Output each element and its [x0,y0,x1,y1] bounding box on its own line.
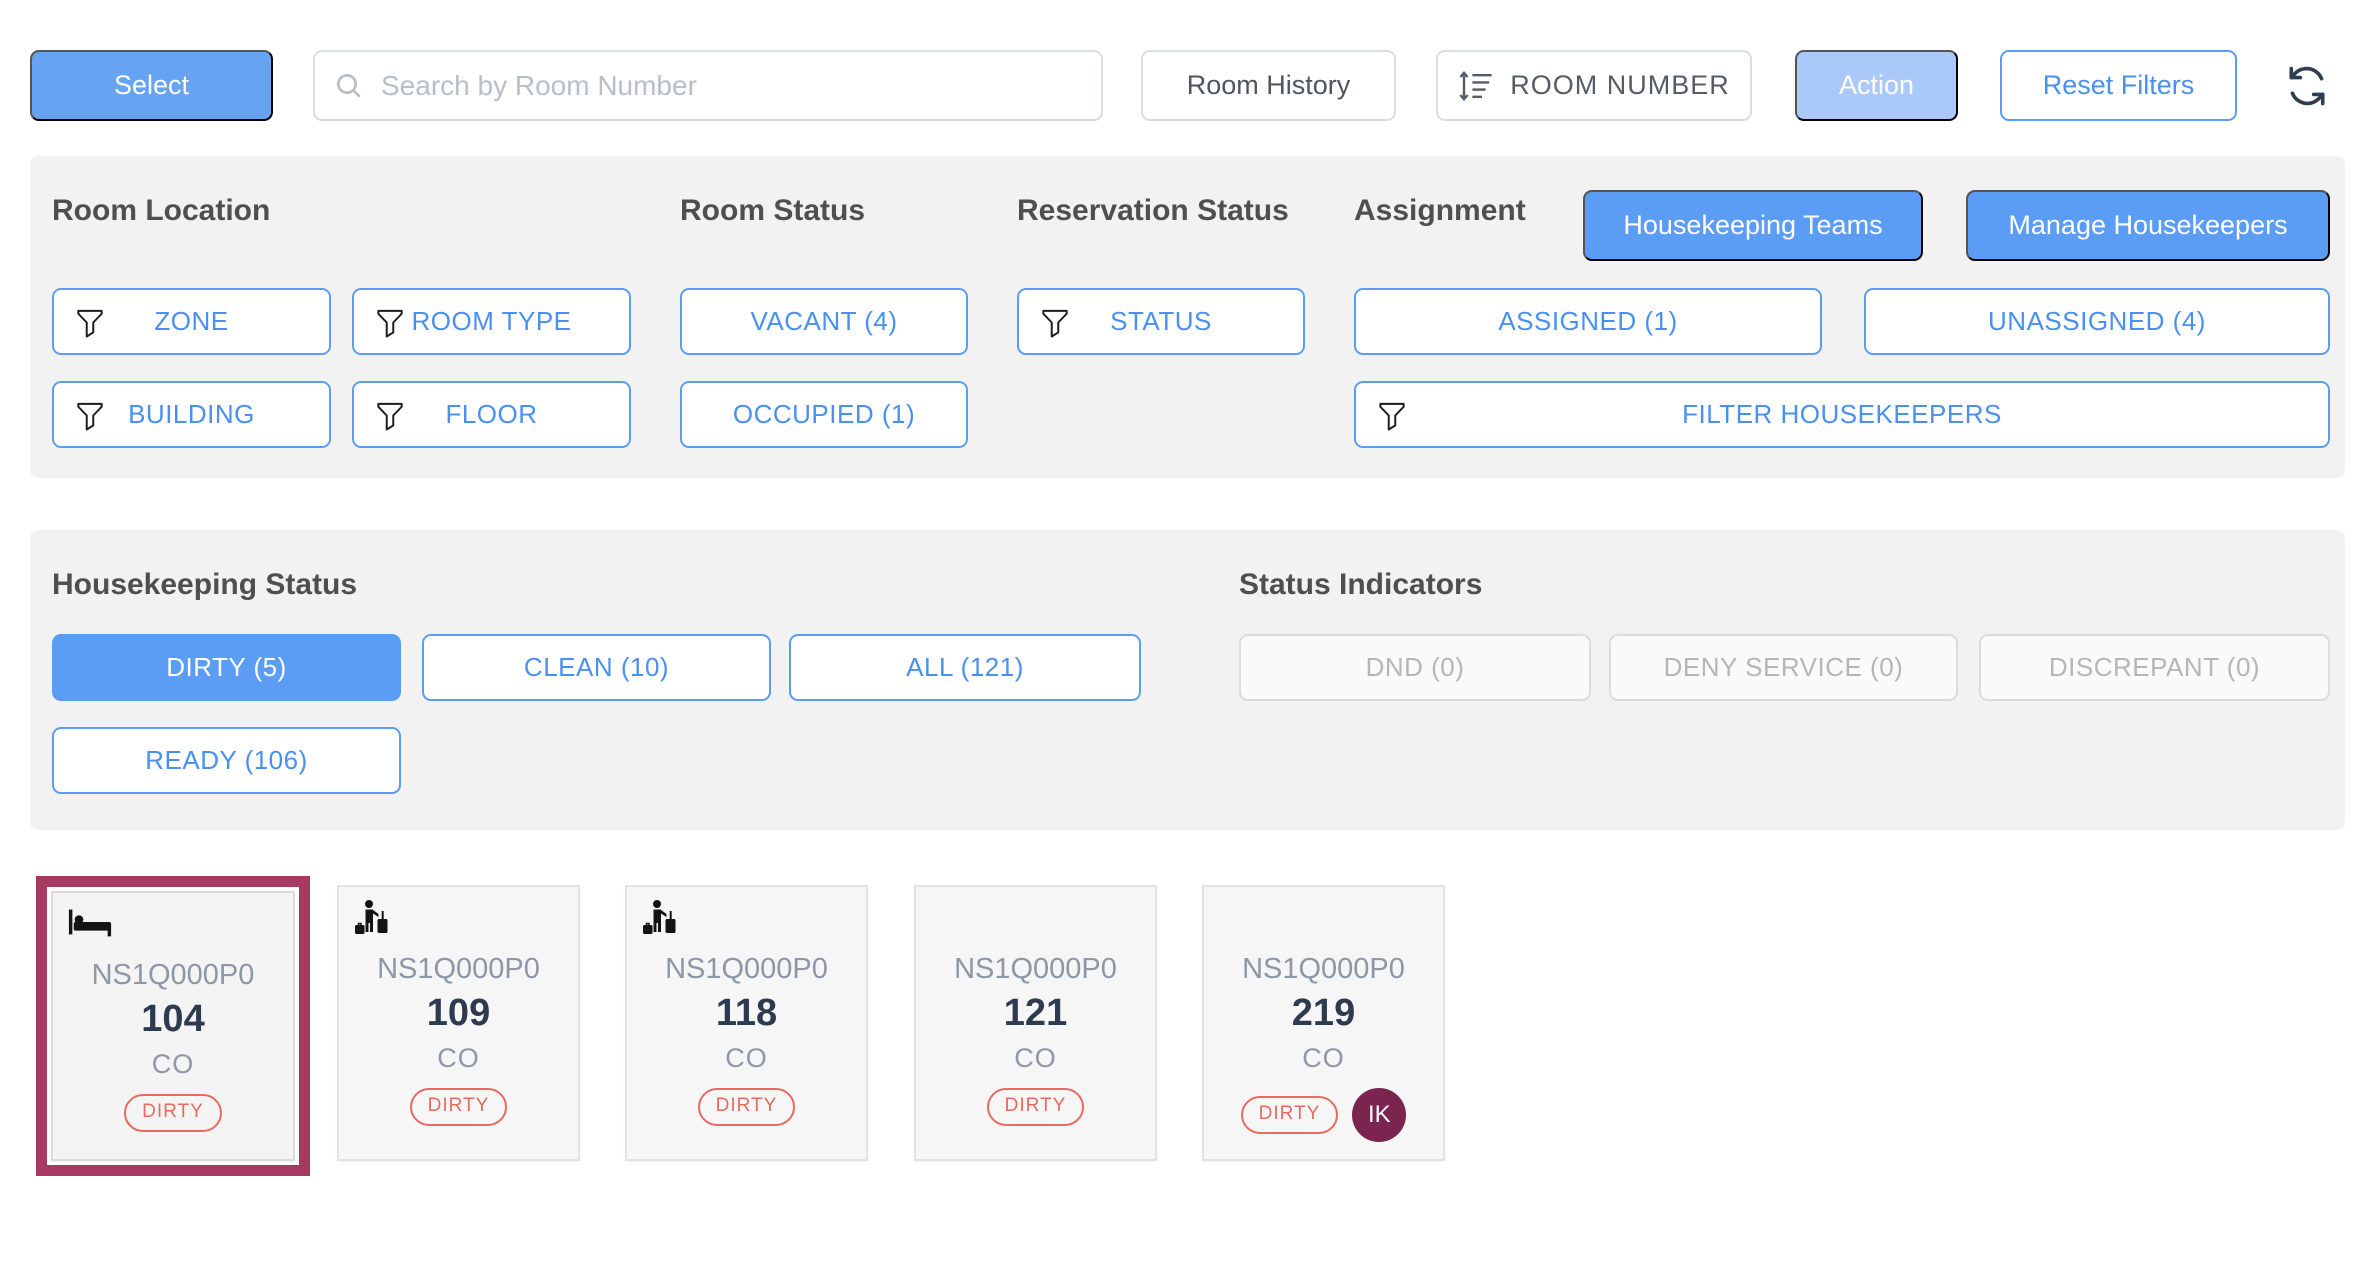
room-number: 121 [916,992,1155,1035]
room-card-219[interactable]: NS1Q000P0 219 CO DIRTY IK [1202,885,1445,1161]
building-filter-label: BUILDING [128,399,255,430]
deny-service-indicator-label: DENY SERVICE (0) [1664,652,1904,683]
dirty-filter-button[interactable]: DIRTY (5) [52,634,401,701]
room-card-109[interactable]: NS1Q000P0 109 CO DIRTY [337,885,580,1161]
building-filter-button[interactable]: BUILDING [52,381,331,448]
deny-service-indicator-button[interactable]: DENY SERVICE (0) [1609,634,1958,701]
filters-panel: Room Location Room Status Reservation St… [30,156,2345,478]
occupied-filter-button[interactable]: OCCUPIED (1) [680,381,968,448]
all-filter-label: ALL (121) [906,652,1024,683]
room-type-filter-label: ROOM TYPE [411,306,571,337]
refresh-icon[interactable] [2284,63,2330,109]
filter-icon [376,307,404,338]
room-type-filter-button[interactable]: ROOM TYPE [352,288,631,355]
search-input[interactable] [313,50,1103,121]
reservation-status-code: CO [339,1043,578,1074]
all-filter-button[interactable]: ALL (121) [789,634,1141,701]
section-title-housekeeping-status: Housekeeping Status [52,568,357,602]
room-type-code: NS1Q000P0 [916,887,1155,986]
reservation-status-code: CO [53,1049,293,1080]
reservation-status-code: CO [627,1043,866,1074]
occupied-filter-label: OCCUPIED (1) [733,399,915,430]
room-card-118[interactable]: NS1Q000P0 118 CO DIRTY [625,885,868,1161]
dnd-indicator-label: DND (0) [1366,652,1465,683]
room-card-grid: NS1Q000P0 104 CO DIRTY [36,876,2336,1196]
housekeeping-status-panel: Housekeeping Status Status Indicators DI… [30,530,2345,830]
zone-filter-button[interactable]: ZONE [52,288,331,355]
action-button[interactable]: Action [1795,50,1958,121]
status-filter-button[interactable]: STATUS [1017,288,1305,355]
unassigned-filter-label: UNASSIGNED (4) [1988,306,2206,337]
sort-by-button[interactable]: ROOM NUMBER [1436,50,1752,121]
room-history-button[interactable]: Room History [1141,50,1396,121]
filter-icon [76,307,104,338]
toolbar: Select Room History ROOM NUMBER Action R… [30,50,2330,121]
floor-filter-button[interactable]: FLOOR [352,381,631,448]
filter-housekeepers-label: FILTER HOUSEKEEPERS [1682,399,2002,430]
section-title-room-location: Room Location [52,194,270,228]
dirty-status-badge: DIRTY [410,1088,508,1126]
housekeeping-teams-button[interactable]: Housekeeping Teams [1583,190,1923,261]
vacant-filter-label: VACANT (4) [750,306,897,337]
status-filter-label: STATUS [1110,306,1212,337]
manage-housekeepers-button[interactable]: Manage Housekeepers [1966,190,2330,261]
vacant-filter-button[interactable]: VACANT (4) [680,288,968,355]
housekeeper-initials-badge: IK [1352,1088,1406,1142]
select-button[interactable]: Select [30,50,273,121]
section-title-status-indicators: Status Indicators [1239,568,1482,602]
ready-filter-label: READY (106) [145,745,308,776]
filter-icon [1378,400,1406,431]
reset-filters-button[interactable]: Reset Filters [2000,50,2237,121]
discrepant-indicator-label: DISCREPANT (0) [2049,652,2260,683]
section-title-assignment: Assignment [1354,194,1526,228]
filter-icon [76,400,104,431]
section-title-room-status: Room Status [680,194,865,228]
dirty-status-badge: DIRTY [698,1088,796,1126]
room-card-104[interactable]: NS1Q000P0 104 CO DIRTY [36,876,310,1176]
reservation-status-code: CO [1204,1043,1443,1074]
sort-by-label: ROOM NUMBER [1510,70,1730,101]
dnd-indicator-button[interactable]: DND (0) [1239,634,1591,701]
search-box [313,50,1103,121]
dirty-status-badge: DIRTY [1241,1096,1339,1134]
reservation-status-code: CO [916,1043,1155,1074]
clean-filter-button[interactable]: CLEAN (10) [422,634,771,701]
dirty-status-badge: DIRTY [987,1088,1085,1126]
assigned-filter-label: ASSIGNED (1) [1498,306,1677,337]
guest-luggage-icon [353,899,393,941]
dirty-filter-label: DIRTY (5) [166,652,287,683]
clean-filter-label: CLEAN (10) [524,652,669,683]
room-number: 219 [1204,992,1443,1035]
zone-filter-label: ZONE [154,306,228,337]
filter-icon [1041,307,1069,338]
room-number: 104 [53,998,293,1041]
floor-filter-label: FLOOR [445,399,537,430]
ready-filter-button[interactable]: READY (106) [52,727,401,794]
room-type-code: NS1Q000P0 [1204,887,1443,986]
dirty-status-badge: DIRTY [124,1094,222,1132]
discrepant-indicator-button[interactable]: DISCREPANT (0) [1979,634,2330,701]
guest-luggage-icon [641,899,681,941]
room-card-121[interactable]: NS1Q000P0 121 CO DIRTY [914,885,1157,1161]
filter-housekeepers-button[interactable]: FILTER HOUSEKEEPERS [1354,381,2330,448]
sort-icon [1458,69,1494,103]
unassigned-filter-button[interactable]: UNASSIGNED (4) [1864,288,2330,355]
filter-icon [376,400,404,431]
bed-icon [67,905,113,939]
search-icon [333,70,365,102]
section-title-reservation-status: Reservation Status [1017,194,1289,228]
assigned-filter-button[interactable]: ASSIGNED (1) [1354,288,1822,355]
room-number: 118 [627,992,866,1035]
room-number: 109 [339,992,578,1035]
